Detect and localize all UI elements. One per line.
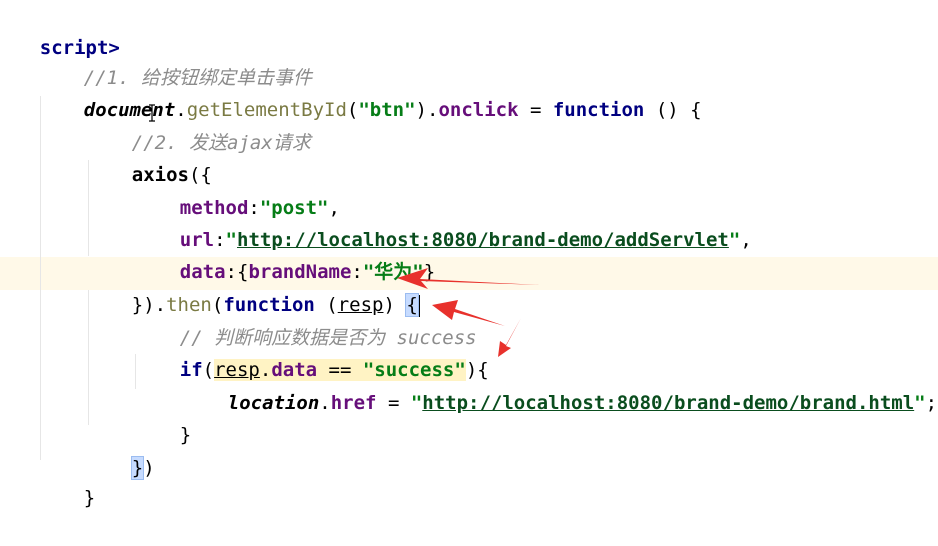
annotation-arrows <box>397 268 540 357</box>
code-editor[interactable]: script> //1. 给按钮绑定单击事件 document.getEleme… <box>0 0 938 509</box>
i-beam-cursor-icon <box>149 104 155 122</box>
annotation-arrow <box>498 318 521 357</box>
punctuation: ) <box>143 457 155 479</box>
punctuation: } <box>83 487 96 509</box>
annotation-arrow <box>432 300 505 326</box>
annotation-arrow <box>397 268 540 289</box>
matched-brace: } <box>130 456 145 480</box>
